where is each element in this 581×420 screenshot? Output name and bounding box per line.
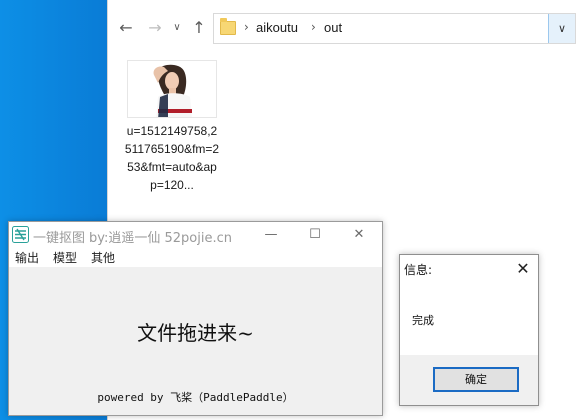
address-bar[interactable]: › aikoutu › out ∨	[213, 13, 576, 44]
file-name-label: u=1512149758,2511765190&fm=253&fmt=auto&…	[124, 124, 220, 192]
close-icon[interactable]: ✕	[508, 255, 538, 283]
breadcrumb-aikoutu[interactable]: aikoutu	[256, 20, 298, 35]
breadcrumb-separator-icon: ›	[244, 20, 249, 34]
folder-icon	[220, 18, 236, 35]
app-menu-bar: 输出 模型 其他	[9, 247, 382, 267]
image-thumbnail-icon	[127, 60, 217, 118]
drop-zone[interactable]: 文件拖进来~ powered by 飞桨（PaddlePaddle）	[9, 267, 382, 415]
drop-hint-label: 文件拖进来~	[137, 321, 254, 345]
app-title: 一键抠图	[33, 231, 86, 246]
menu-item-output[interactable]: 输出	[15, 249, 39, 266]
app-logo-icon	[12, 226, 29, 243]
dialog-title: 信息:	[404, 263, 433, 277]
breadcrumb-out[interactable]: out	[324, 20, 342, 35]
file-item[interactable]: u=1512149758,2511765190&fm=253&fmt=auto&…	[124, 60, 220, 192]
minimize-icon[interactable]: —	[249, 222, 293, 247]
matting-app-window: 一键抠图 by:逍遥一仙 52pojie.cn — ☐ ✕ 输出 模型 其他 文…	[8, 221, 383, 416]
menu-item-model[interactable]: 模型	[53, 249, 77, 266]
maximize-icon[interactable]: ☐	[293, 222, 337, 247]
ok-button[interactable]: 确定	[433, 367, 519, 392]
app-subtitle: by:逍遥一仙 52pojie.cn	[89, 231, 233, 246]
close-icon[interactable]: ✕	[337, 222, 381, 247]
back-arrow-icon[interactable]: ←	[115, 17, 137, 39]
explorer-toolbar: ← → ∨ ↑ › aikoutu › out ∨	[108, 10, 581, 46]
breadcrumb-separator-icon: ›	[311, 20, 316, 34]
powered-by-label: powered by 飞桨（PaddlePaddle）	[97, 391, 294, 404]
dialog-body: 完成	[400, 283, 538, 355]
recent-locations-chevron-icon[interactable]: ∨	[170, 17, 184, 39]
dialog-message: 完成	[412, 314, 434, 327]
forward-arrow-icon[interactable]: →	[144, 17, 166, 39]
address-dropdown-chevron-icon[interactable]: ∨	[548, 14, 575, 43]
dialog-title-bar[interactable]: 信息: ✕	[400, 255, 538, 283]
up-arrow-icon[interactable]: ↑	[188, 17, 210, 39]
info-dialog: 信息: ✕ 完成 确定	[399, 254, 539, 406]
app-title-bar[interactable]: 一键抠图 by:逍遥一仙 52pojie.cn — ☐ ✕	[9, 222, 382, 247]
menu-item-other[interactable]: 其他	[91, 249, 115, 266]
